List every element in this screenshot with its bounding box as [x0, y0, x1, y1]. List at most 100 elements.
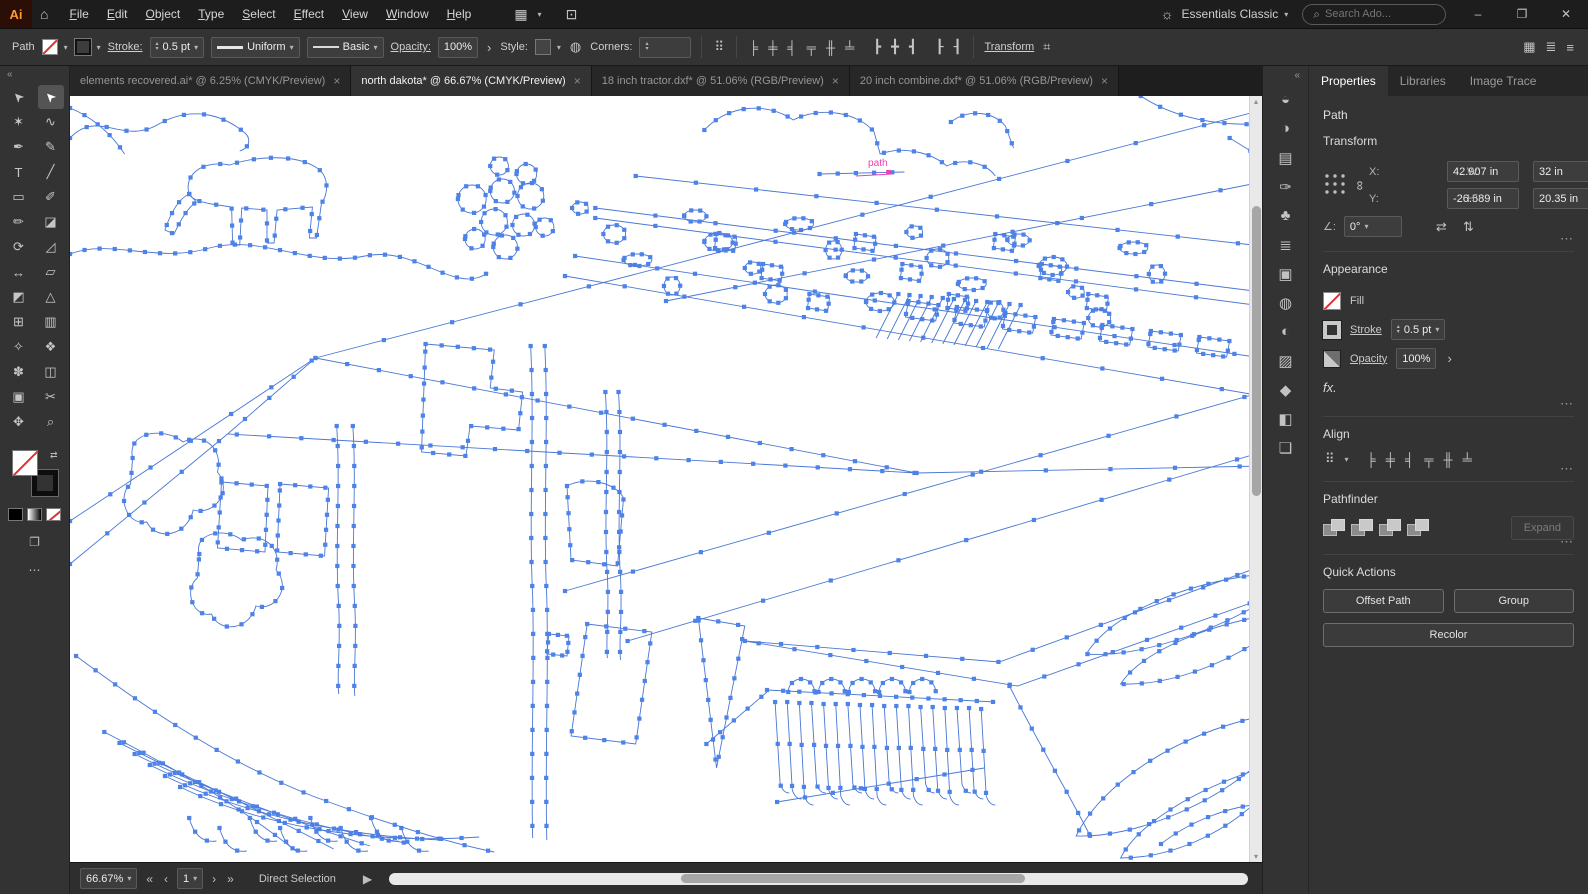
more-options-icon[interactable]: ⋯	[1560, 461, 1574, 477]
previous-artboard-button[interactable]: ‹	[162, 872, 170, 886]
more-options-icon[interactable]: ⋯	[1560, 231, 1574, 247]
slice-tool[interactable]: ✂	[38, 385, 64, 409]
align-icon-4[interactable]: ╫	[1441, 452, 1454, 467]
symbols-panel-icon[interactable]: ♣	[1269, 201, 1303, 230]
opacity-field[interactable]: 100%	[437, 36, 479, 58]
horizontal-scrollbar-thumb[interactable]	[681, 874, 1025, 883]
selection-tool[interactable]: ➤	[6, 85, 32, 109]
brushes-panel-icon[interactable]: ✑	[1269, 172, 1303, 201]
align-to-selection-icon[interactable]: ⠿	[1323, 451, 1337, 467]
opacity-expand-icon[interactable]: ›	[485, 40, 493, 55]
constrain-proportions-icon[interactable]: ∞	[1354, 180, 1369, 189]
close-tab-icon[interactable]: ×	[574, 74, 581, 88]
more-options-icon[interactable]: ⋯	[1560, 534, 1574, 550]
align-icon-4[interactable]: ╫	[824, 40, 837, 55]
stroke-weight-field[interactable]: ▴ ▾ 0.5 pt ▾	[1390, 319, 1446, 340]
align-icon-3[interactable]: ╤	[805, 40, 818, 55]
lasso-tool[interactable]: ∿	[38, 110, 64, 134]
search-input[interactable]	[1325, 8, 1435, 20]
paintbrush-tool[interactable]: ✐	[38, 185, 64, 209]
align-icon-2[interactable]: ╡	[1403, 452, 1416, 467]
eyedropper-tool[interactable]: ✧	[6, 335, 32, 359]
graphic-styles-panel-icon[interactable]: ▨	[1269, 346, 1303, 375]
opacity-label[interactable]: Opacity	[1350, 353, 1387, 365]
scroll-down-icon[interactable]: ▾	[1250, 852, 1262, 861]
document-grid-icon[interactable]: ▦	[1521, 39, 1537, 55]
hand-tool[interactable]: ✥	[6, 410, 32, 434]
w-value-field[interactable]: 32 in	[1533, 161, 1588, 182]
scale-tool[interactable]: ◿	[38, 235, 64, 259]
scroll-up-icon[interactable]: ▴	[1250, 97, 1262, 106]
align-icon-5[interactable]: ╧	[1461, 452, 1474, 467]
column-graph-tool[interactable]: ◫	[38, 360, 64, 384]
illustrator-logo-icon[interactable]: Ai	[0, 0, 32, 28]
distribute-spacing-v-icon[interactable]: ┨	[952, 39, 964, 55]
search-box[interactable]: ⌕	[1302, 3, 1446, 25]
gradient-panel-icon[interactable]: ▣	[1269, 259, 1303, 288]
canvas[interactable]: path ▴ ▾	[70, 96, 1262, 862]
panel-rows-icon[interactable]: ≣	[1544, 39, 1559, 55]
discover-lightbulb-icon[interactable]: ☼	[1153, 6, 1182, 22]
align-icon-0[interactable]: ╞	[1365, 452, 1378, 467]
horizontal-scrollbar[interactable]	[389, 872, 1248, 885]
brush-definition-select[interactable]: Basic ▾	[306, 36, 384, 58]
align-icon-2[interactable]: ╡	[785, 40, 798, 55]
fill-label[interactable]: Fill	[1350, 295, 1364, 307]
distribute-icon-2[interactable]: ┫	[907, 39, 919, 55]
align-icon-1[interactable]: ╪	[766, 40, 779, 55]
free-transform-tool[interactable]: ▱	[38, 260, 64, 284]
pencil-tool[interactable]: ✏	[6, 210, 32, 234]
shape-builder-tool[interactable]: ◩	[6, 285, 32, 309]
menu-help[interactable]: Help	[438, 0, 481, 28]
distribute-icon-0[interactable]: ┣	[871, 39, 883, 55]
first-artboard-button[interactable]: «	[144, 872, 155, 886]
tab-image-trace[interactable]: Image Trace	[1458, 66, 1549, 96]
line-segment-tool[interactable]: ╱	[38, 160, 64, 184]
transform-link[interactable]: Transform	[984, 41, 1034, 53]
appearance-panel-icon[interactable]: ◐	[1269, 317, 1303, 346]
blend-tool[interactable]: ❖	[38, 335, 64, 359]
edit-toolbar-icon[interactable]: ⋯	[29, 563, 41, 577]
eraser-tool[interactable]: ◪	[38, 210, 64, 234]
menu-window[interactable]: Window	[377, 0, 438, 28]
align-icon-1[interactable]: ╪	[1384, 452, 1397, 467]
fill-swatch[interactable]	[1323, 291, 1341, 310]
stroke-swatch[interactable]	[1322, 319, 1342, 340]
opacity-field[interactable]: 100%	[1396, 348, 1437, 369]
menu-file[interactable]: File	[60, 0, 97, 28]
swap-fill-stroke-icon[interactable]: ⇄	[50, 450, 58, 461]
perspective-grid-tool[interactable]: △	[38, 285, 64, 309]
gradient-button[interactable]	[27, 508, 42, 521]
curvature-tool[interactable]: ✎	[38, 135, 64, 159]
stroke-weight-field[interactable]: ▴ ▾ 0.5 pt ▾	[149, 36, 205, 58]
symbol-sprayer-tool[interactable]: ✽	[6, 360, 32, 384]
close-tab-icon[interactable]: ×	[832, 74, 839, 88]
document-tab[interactable]: elements recovered.ai* @ 6.25% (CMYK/Pre…	[70, 66, 352, 96]
chevron-down-icon[interactable]: ▾	[1345, 455, 1349, 464]
distribute-spacing-h-icon[interactable]: ┠	[934, 39, 946, 55]
close-button[interactable]: ✕	[1544, 0, 1588, 28]
vertical-scrollbar[interactable]: ▴ ▾	[1249, 96, 1262, 862]
pen-tool[interactable]: ✒	[6, 135, 32, 159]
align-to-selection-icon[interactable]: ⠿	[712, 39, 726, 55]
home-icon[interactable]: ⌂	[32, 6, 56, 22]
distribute-icon-1[interactable]: ╋	[889, 39, 901, 55]
status-bar-menu-icon[interactable]: ▶	[361, 872, 374, 886]
opacity-link[interactable]: Opacity:	[391, 41, 431, 53]
reference-point-locator[interactable]	[1323, 172, 1353, 199]
stroke-link[interactable]: Stroke:	[108, 41, 143, 53]
corners-field[interactable]: ▴ ▾	[639, 36, 692, 58]
stroke-color-picker[interactable]: ▾	[73, 38, 101, 56]
stepper-icon[interactable]: ▴ ▾	[1397, 324, 1400, 335]
collapse-panels-icon[interactable]: «	[1294, 68, 1308, 85]
type-tool[interactable]: T	[6, 160, 32, 184]
zoom-tool[interactable]: ⌕	[38, 410, 64, 434]
color-button[interactable]	[8, 508, 23, 521]
align-icon-5[interactable]: ╧	[843, 40, 856, 55]
fill-proxy-swatch[interactable]	[11, 450, 38, 476]
control-bar-menu-icon[interactable]: ≡	[1564, 40, 1576, 55]
transparency-panel-icon[interactable]: ◍	[1269, 288, 1303, 317]
close-tab-icon[interactable]: ×	[333, 74, 340, 88]
last-artboard-button[interactable]: »	[225, 872, 236, 886]
share-document-icon[interactable]: ⊡	[558, 6, 586, 23]
